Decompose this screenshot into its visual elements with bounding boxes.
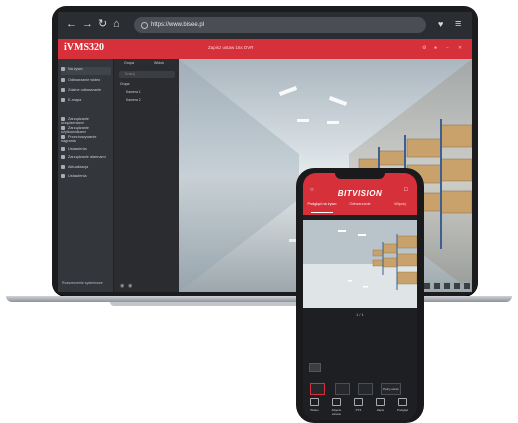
sidebar-item-label: E-mapa bbox=[68, 98, 82, 102]
phone-screen: ○ BITVISION □ Podgląd na żywo Odtwarzani… bbox=[303, 173, 417, 420]
warehouse-image bbox=[303, 220, 417, 308]
live-icon bbox=[61, 67, 65, 71]
layout-button[interactable] bbox=[358, 383, 373, 395]
tree-node[interactable]: Grupa bbox=[120, 82, 129, 86]
device-list-icon[interactable]: □ bbox=[404, 187, 408, 193]
window-title: Zapisz ustaw 16x DVR bbox=[208, 45, 254, 50]
remote-playback-icon bbox=[61, 88, 65, 92]
tab-more[interactable]: Więcej bbox=[387, 202, 413, 206]
settings-icon bbox=[61, 147, 65, 151]
sidebar-item-label: Na żywo bbox=[68, 67, 83, 71]
video-icon bbox=[310, 398, 319, 406]
sidebar-item-update[interactable]: Aktualizacja bbox=[61, 165, 111, 169]
sidebar-item-label: Zarządzanie użytkownikami bbox=[61, 126, 89, 135]
config-icon bbox=[61, 174, 65, 178]
ptz-icon bbox=[354, 398, 363, 406]
forward-icon[interactable]: → bbox=[82, 17, 93, 32]
playback-icon bbox=[61, 78, 65, 82]
tab-view[interactable]: Widok bbox=[154, 61, 164, 65]
reload-icon[interactable]: ↻ bbox=[98, 17, 107, 32]
sidebar-item-label: Przechowywanie nagrania bbox=[61, 135, 97, 144]
heart-icon[interactable]: ♥ bbox=[438, 17, 443, 32]
sidebar-item-devices[interactable]: Zarządzanie urządzeniami bbox=[61, 117, 111, 126]
sidebar-item-label: Ustawienia bbox=[68, 147, 87, 151]
sidebar-item-label: Odtwarzanie wideo bbox=[68, 78, 101, 82]
sidebar-item-label: Ustawienia bbox=[68, 174, 87, 178]
sidebar-item-live[interactable]: Na żywo bbox=[61, 67, 111, 75]
home-icon[interactable]: ⌂ bbox=[113, 17, 120, 32]
page-indicator: 1 / 1 bbox=[356, 312, 364, 317]
nav-record[interactable]: Zapis bbox=[371, 398, 390, 412]
sidebar-item-settings[interactable]: Ustawienia bbox=[61, 147, 111, 151]
tab-group[interactable]: Grupa bbox=[124, 61, 134, 65]
app-titlebar: iVMS320 Zapisz ustaw 16x DVR ⚙ ● − ✕ bbox=[58, 39, 472, 59]
tab-playback[interactable]: Odtwarzanie bbox=[343, 202, 377, 206]
fullscreen-icon[interactable] bbox=[463, 282, 471, 290]
sidebar-item-storage[interactable]: Przechowywanie nagrania bbox=[61, 135, 111, 144]
sidebar-item-alarms[interactable]: Zarządzanie alarmami bbox=[61, 155, 111, 159]
nav-video[interactable]: Wideo bbox=[305, 398, 324, 412]
sidebar-item-label: Zarządzanie urządzeniami bbox=[61, 117, 89, 126]
phone-notch bbox=[335, 173, 385, 179]
settings-icon[interactable]: ⚙ bbox=[422, 45, 426, 51]
search-icon bbox=[141, 22, 148, 29]
speaker-icon[interactable] bbox=[309, 363, 321, 372]
sidebar: Na żywo Odtwarzanie wideo Zdalne odtwarz… bbox=[58, 59, 113, 292]
tree-node[interactable]: Kamera 2 bbox=[126, 98, 141, 102]
nav-preview[interactable]: Podgląd bbox=[393, 398, 412, 412]
update-icon bbox=[61, 165, 65, 169]
ptz-icon[interactable]: ◉ bbox=[120, 283, 124, 289]
camera-icon bbox=[332, 398, 341, 406]
split-4-icon[interactable] bbox=[433, 282, 441, 290]
close-icon[interactable]: ✕ bbox=[458, 45, 462, 51]
record-icon bbox=[376, 398, 385, 406]
back-icon[interactable]: ← bbox=[66, 17, 77, 32]
tree-search-input[interactable]: Szukaj bbox=[119, 71, 175, 78]
sidebar-item-users[interactable]: Zarządzanie użytkownikami bbox=[61, 126, 111, 135]
preview-icon bbox=[398, 398, 407, 406]
sidebar-item-remote[interactable]: Zdalne odtwarzanie bbox=[61, 88, 111, 92]
split-9-icon[interactable] bbox=[443, 282, 451, 290]
sidebar-item-config[interactable]: Ustawienia bbox=[61, 174, 111, 178]
mobile-brand: BITVISION bbox=[337, 189, 383, 198]
sidebar-footer[interactable]: Rozszerzenie systemowe bbox=[62, 281, 103, 285]
sidebar-item-label: Zdalne odtwarzanie bbox=[68, 88, 102, 92]
preset-icon[interactable]: ◉ bbox=[128, 283, 132, 289]
nav-snapshot[interactable]: Zdjęcie ekranu bbox=[327, 398, 346, 416]
device-tree-panel: Grupa Widok Szukaj Grupa Kamera 1 Kamera… bbox=[113, 59, 180, 292]
url-text: https://www.bisee.pl bbox=[151, 22, 205, 28]
address-bar[interactable]: https://www.bisee.pl bbox=[134, 17, 426, 33]
nav-ptz[interactable]: PTZ bbox=[349, 398, 368, 412]
sidebar-item-emap[interactable]: E-mapa bbox=[61, 98, 111, 102]
app-brand: iVMS320 bbox=[64, 42, 104, 53]
split-1-icon[interactable] bbox=[423, 282, 431, 290]
active-tab-indicator bbox=[311, 212, 333, 213]
fullscreen-button[interactable]: Pełny ekran bbox=[381, 383, 401, 395]
sidebar-item-label: Aktualizacja bbox=[68, 165, 89, 169]
minimize-icon[interactable]: − bbox=[446, 45, 449, 51]
sidebar-item-label: Zarządzanie alarmami bbox=[68, 155, 106, 159]
split-screen-button[interactable] bbox=[310, 383, 325, 395]
menu-icon[interactable]: ≡ bbox=[455, 17, 461, 32]
mobile-header: ○ BITVISION □ Podgląd na żywo Odtwarzani… bbox=[303, 173, 417, 215]
tab-live[interactable]: Podgląd na żywo bbox=[307, 202, 337, 206]
mobile-live-video[interactable] bbox=[303, 220, 417, 308]
split-16-icon[interactable] bbox=[453, 282, 461, 290]
quality-button[interactable] bbox=[335, 383, 350, 395]
alarm-icon bbox=[61, 155, 65, 159]
emap-icon bbox=[61, 98, 65, 102]
sidebar-item-playback[interactable]: Odtwarzanie wideo bbox=[61, 78, 111, 82]
browser-toolbar: ← → ↻ ⌂ https://www.bisee.pl ♥ ≡ bbox=[58, 12, 472, 39]
toolbar-label: Pełny ekran bbox=[383, 387, 399, 391]
tree-tabs: Grupa Widok bbox=[114, 59, 180, 68]
lock-icon[interactable]: ● bbox=[434, 45, 437, 51]
tree-node[interactable]: Kamera 1 bbox=[126, 90, 141, 94]
